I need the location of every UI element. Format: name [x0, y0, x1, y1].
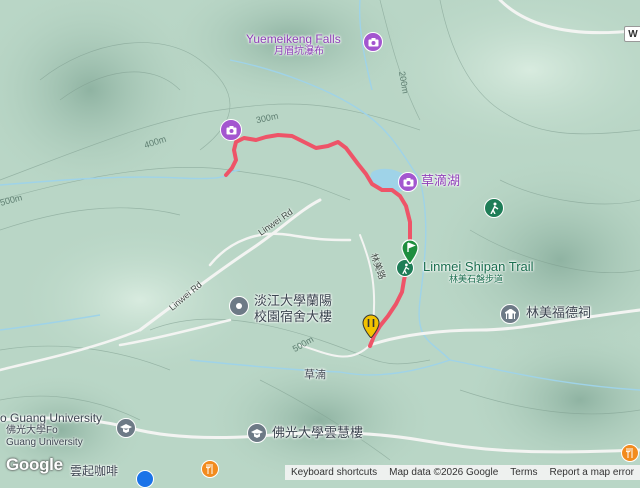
university-name-en-1[interactable]: o Guang University — [0, 412, 102, 424]
restaurant-icon — [206, 464, 213, 474]
falls-name-zh: 月眉坑瀑布 — [274, 46, 324, 57]
dorm-name-line1[interactable]: 淡江大學蘭陽 — [254, 294, 332, 307]
finish-marker-icon — [362, 314, 380, 339]
map-footer: Keyboard shortcuts Map data ©2026 Google… — [284, 465, 640, 480]
terrain-map[interactable] — [0, 0, 640, 480]
restaurant-icon-1[interactable] — [201, 460, 219, 478]
hiking-figure — [490, 202, 499, 214]
google-logo: Google — [6, 455, 63, 474]
road-shield-label: W — [628, 28, 638, 40]
temple-name[interactable]: 林美福德祠 — [526, 306, 591, 319]
university-name-en-2: Guang University — [6, 437, 83, 448]
temple-icon[interactable] — [500, 304, 520, 324]
lake-name[interactable]: 草滴湖 — [421, 174, 460, 187]
building-school-icon[interactable] — [247, 423, 267, 443]
camera-icon — [368, 37, 378, 46]
route-end-marker[interactable] — [362, 314, 380, 339]
route-start-marker[interactable] — [400, 238, 420, 265]
falls-camera-icon[interactable] — [363, 32, 383, 52]
village-name: 草湳 — [304, 369, 326, 381]
cafe-name[interactable]: 雲起咖啡 — [70, 465, 118, 477]
building-name[interactable]: 佛光大學雲慧樓 — [272, 426, 363, 439]
hiking-figure — [401, 263, 409, 274]
restaurant-icon-2[interactable] — [621, 444, 639, 462]
university-name-zh: 佛光大學Fo — [6, 425, 58, 436]
place-pin-icon — [236, 303, 242, 309]
temple-glyph — [504, 309, 516, 319]
school-icon — [251, 428, 263, 438]
dorm-place-pin-icon[interactable] — [229, 296, 249, 316]
university-school-icon[interactable] — [116, 418, 136, 438]
map-data-attribution: Map data ©2026 Google — [389, 467, 499, 478]
restaurant-icon — [626, 448, 633, 458]
terms-link[interactable]: Terms — [504, 467, 543, 478]
falls-name-en[interactable]: Yuemeikeng Falls — [246, 33, 341, 45]
lake-camera-icon[interactable] — [398, 172, 418, 192]
viewpoint-camera-icon[interactable] — [220, 119, 242, 141]
camera-icon — [403, 177, 413, 186]
dorm-name-line2: 校園宿舍大樓 — [254, 309, 333, 324]
keyboard-shortcuts-link[interactable]: Keyboard shortcuts — [285, 467, 383, 478]
camera-icon — [226, 125, 236, 134]
road-shield: W — [624, 26, 640, 42]
hiking-icon[interactable] — [484, 198, 504, 218]
cafe-pin-icon[interactable] — [136, 470, 154, 488]
flag-icon — [401, 239, 419, 265]
trail-name-en[interactable]: Linmei Shipan Trail — [423, 260, 534, 273]
trail-name-zh: 林美石磐步道 — [449, 274, 504, 284]
report-error-link[interactable]: Report a map error — [544, 467, 640, 478]
school-icon — [120, 423, 132, 433]
